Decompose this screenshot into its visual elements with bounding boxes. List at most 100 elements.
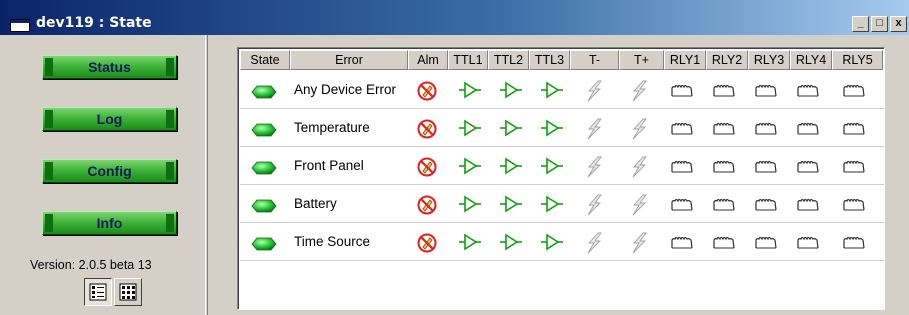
rly2-relay-icon[interactable] — [713, 84, 735, 103]
column-header-t-minus[interactable]: T- — [570, 50, 619, 70]
table-row[interactable]: Any Device Error — [240, 72, 884, 109]
t-minus-trigger-icon[interactable] — [584, 118, 604, 145]
column-header-ttl2[interactable]: TTL2 — [488, 50, 529, 70]
rly4-relay-icon[interactable] — [797, 84, 819, 103]
t-minus-trigger-icon[interactable] — [584, 156, 604, 183]
log-button[interactable]: Log — [42, 107, 177, 131]
rly5-relay-icon[interactable] — [843, 84, 865, 103]
alarm-disabled-icon[interactable] — [416, 156, 438, 183]
ttl1-output-icon[interactable] — [458, 156, 482, 181]
rly5-relay-icon[interactable] — [843, 236, 865, 255]
button-cap-left — [45, 58, 53, 76]
rly2-relay-icon[interactable] — [713, 198, 735, 217]
rly1-relay-icon[interactable] — [671, 122, 693, 141]
rly1-relay-icon[interactable] — [671, 236, 693, 255]
info-button-label: Info — [96, 215, 123, 231]
ttl3-output-icon[interactable] — [540, 118, 564, 143]
ttl1-output-icon[interactable] — [458, 194, 482, 219]
column-header-rly2[interactable]: RLY2 — [706, 50, 748, 70]
title-bar[interactable]: dev119 : State _ □ x — [0, 0, 909, 35]
ttl2-output-icon[interactable] — [499, 232, 523, 257]
alarm-disabled-icon[interactable] — [416, 232, 438, 259]
rly3-relay-icon[interactable] — [755, 198, 777, 217]
config-button[interactable]: Config — [42, 159, 177, 183]
button-cap-left — [45, 162, 53, 180]
t-plus-trigger-icon[interactable] — [629, 194, 649, 221]
t-plus-trigger-icon[interactable] — [629, 118, 649, 145]
state-ok-indicator-icon — [250, 122, 278, 138]
ttl1-output-icon[interactable] — [458, 80, 482, 105]
panel-splitter[interactable] — [205, 35, 208, 315]
rly4-relay-icon[interactable] — [797, 198, 819, 217]
column-header-error[interactable]: Error — [290, 50, 408, 70]
button-cap-left — [45, 110, 53, 128]
ttl3-output-icon[interactable] — [540, 194, 564, 219]
column-header-ttl3[interactable]: TTL3 — [529, 50, 570, 70]
rly4-relay-icon[interactable] — [797, 236, 819, 255]
grid-view-button[interactable] — [114, 278, 142, 306]
rly3-relay-icon[interactable] — [755, 122, 777, 141]
t-plus-trigger-icon[interactable] — [629, 232, 649, 259]
rly5-relay-icon[interactable] — [843, 198, 865, 217]
rly3-relay-icon[interactable] — [755, 236, 777, 255]
state-ok-indicator-icon — [250, 160, 278, 176]
info-button[interactable]: Info — [42, 211, 177, 235]
state-window: dev119 : State _ □ x Status Log Config I… — [0, 0, 909, 315]
ttl1-output-icon[interactable] — [458, 232, 482, 257]
rly3-relay-icon[interactable] — [755, 84, 777, 103]
table-row[interactable]: Battery — [240, 186, 884, 223]
rly2-relay-icon[interactable] — [713, 236, 735, 255]
ttl3-output-icon[interactable] — [540, 232, 564, 257]
column-header-alm[interactable]: Alm — [408, 50, 448, 70]
t-minus-trigger-icon[interactable] — [584, 232, 604, 259]
list-view-button[interactable] — [84, 278, 112, 306]
column-header-ttl1[interactable]: TTL1 — [448, 50, 488, 70]
alarm-disabled-icon[interactable] — [416, 194, 438, 221]
column-header-state[interactable]: State — [240, 50, 290, 70]
rly5-relay-icon[interactable] — [843, 122, 865, 141]
rly3-relay-icon[interactable] — [755, 160, 777, 179]
column-header-rly5[interactable]: RLY5 — [832, 50, 883, 70]
status-button[interactable]: Status — [42, 55, 177, 79]
t-minus-trigger-icon[interactable] — [584, 80, 604, 107]
rly2-relay-icon[interactable] — [713, 122, 735, 141]
column-header-rly1[interactable]: RLY1 — [664, 50, 706, 70]
rly1-relay-icon[interactable] — [671, 198, 693, 217]
t-plus-trigger-icon[interactable] — [629, 80, 649, 107]
ttl2-output-icon[interactable] — [499, 194, 523, 219]
rly5-relay-icon[interactable] — [843, 160, 865, 179]
alarm-disabled-icon[interactable] — [416, 118, 438, 145]
minimize-button[interactable]: _ — [852, 16, 869, 32]
t-minus-trigger-icon[interactable] — [584, 194, 604, 221]
table-row[interactable]: Front Panel — [240, 148, 884, 185]
rly1-relay-icon[interactable] — [671, 160, 693, 179]
navigation-panel: Status Log Config Info Version: 2.0.5 be… — [0, 35, 205, 315]
maximize-button[interactable]: □ — [871, 16, 888, 32]
grid-view-icon — [119, 283, 137, 301]
error-name-cell: Front Panel — [294, 158, 364, 173]
column-header-rly3[interactable]: RLY3 — [748, 50, 790, 70]
ttl2-output-icon[interactable] — [499, 156, 523, 181]
rly1-relay-icon[interactable] — [671, 84, 693, 103]
ttl3-output-icon[interactable] — [540, 80, 564, 105]
close-button[interactable]: x — [890, 16, 907, 32]
t-plus-trigger-icon[interactable] — [629, 156, 649, 183]
button-cap-right — [166, 214, 174, 232]
ttl1-output-icon[interactable] — [458, 118, 482, 143]
button-cap-right — [166, 162, 174, 180]
state-ok-indicator-icon — [250, 198, 278, 214]
state-table: State Error Alm TTL1 TTL2 TTL3 T- T+ RLY… — [237, 47, 885, 310]
table-row[interactable]: Time Source — [240, 224, 884, 261]
alarm-disabled-icon[interactable] — [416, 80, 438, 107]
table-row[interactable]: Temperature — [240, 110, 884, 147]
ttl2-output-icon[interactable] — [499, 80, 523, 105]
button-cap-left — [45, 214, 53, 232]
column-header-rly4[interactable]: RLY4 — [790, 50, 832, 70]
rly4-relay-icon[interactable] — [797, 160, 819, 179]
rly4-relay-icon[interactable] — [797, 122, 819, 141]
column-header-t-plus[interactable]: T+ — [619, 50, 664, 70]
rly2-relay-icon[interactable] — [713, 160, 735, 179]
ttl3-output-icon[interactable] — [540, 156, 564, 181]
ttl2-output-icon[interactable] — [499, 118, 523, 143]
log-button-label: Log — [96, 111, 123, 127]
